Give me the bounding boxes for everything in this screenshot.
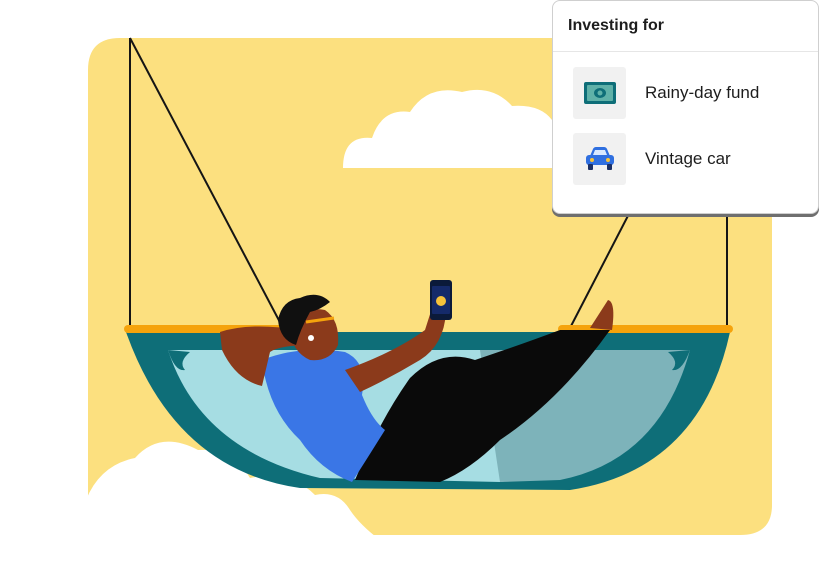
goal-item-rainy-day-fund[interactable]: Rainy-day fund xyxy=(573,67,803,119)
car-icon xyxy=(573,133,626,185)
goal-item-vintage-car[interactable]: Vintage car xyxy=(573,133,803,185)
cash-icon xyxy=(573,67,626,119)
card-title: Investing for xyxy=(553,1,818,52)
investing-for-card: Investing for Rainy-day fund Vintage car xyxy=(552,0,819,214)
goal-label: Vintage car xyxy=(645,149,731,168)
goal-label: Rainy-day fund xyxy=(645,83,760,102)
